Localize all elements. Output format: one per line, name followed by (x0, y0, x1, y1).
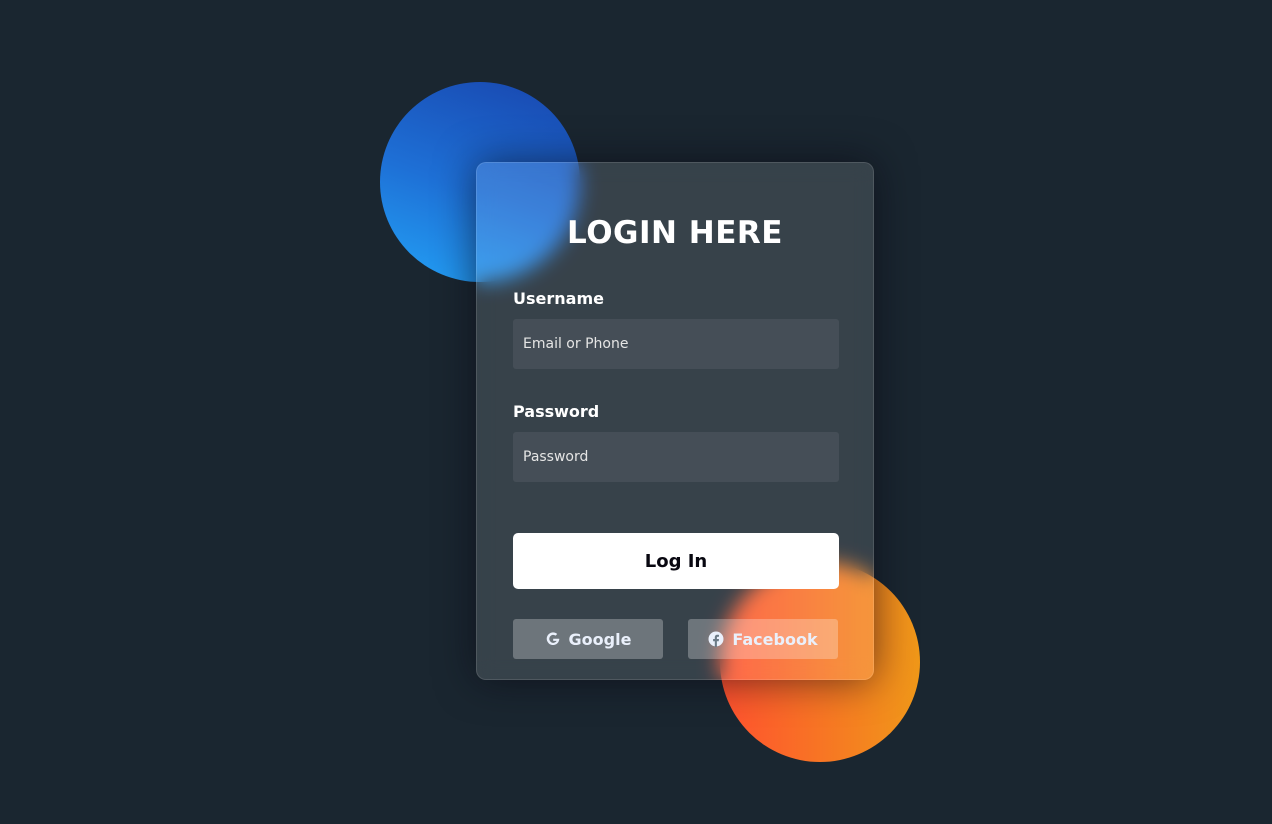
google-login-button[interactable]: Google (513, 619, 663, 659)
form-title: LOGIN HERE (567, 215, 783, 251)
facebook-icon (708, 631, 724, 647)
username-label: Username (513, 289, 604, 308)
login-page: LOGIN HERE Username Password Log In Goog… (0, 0, 1272, 824)
password-label: Password (513, 402, 600, 421)
facebook-label: Facebook (732, 629, 818, 649)
password-input[interactable] (513, 432, 839, 482)
username-input[interactable] (513, 319, 839, 369)
google-icon (545, 631, 561, 647)
google-label: Google (568, 629, 632, 649)
login-button[interactable]: Log In (513, 533, 839, 589)
login-form: LOGIN HERE Username Password Log In Goog… (476, 162, 874, 680)
facebook-login-button[interactable]: Facebook (688, 619, 838, 659)
